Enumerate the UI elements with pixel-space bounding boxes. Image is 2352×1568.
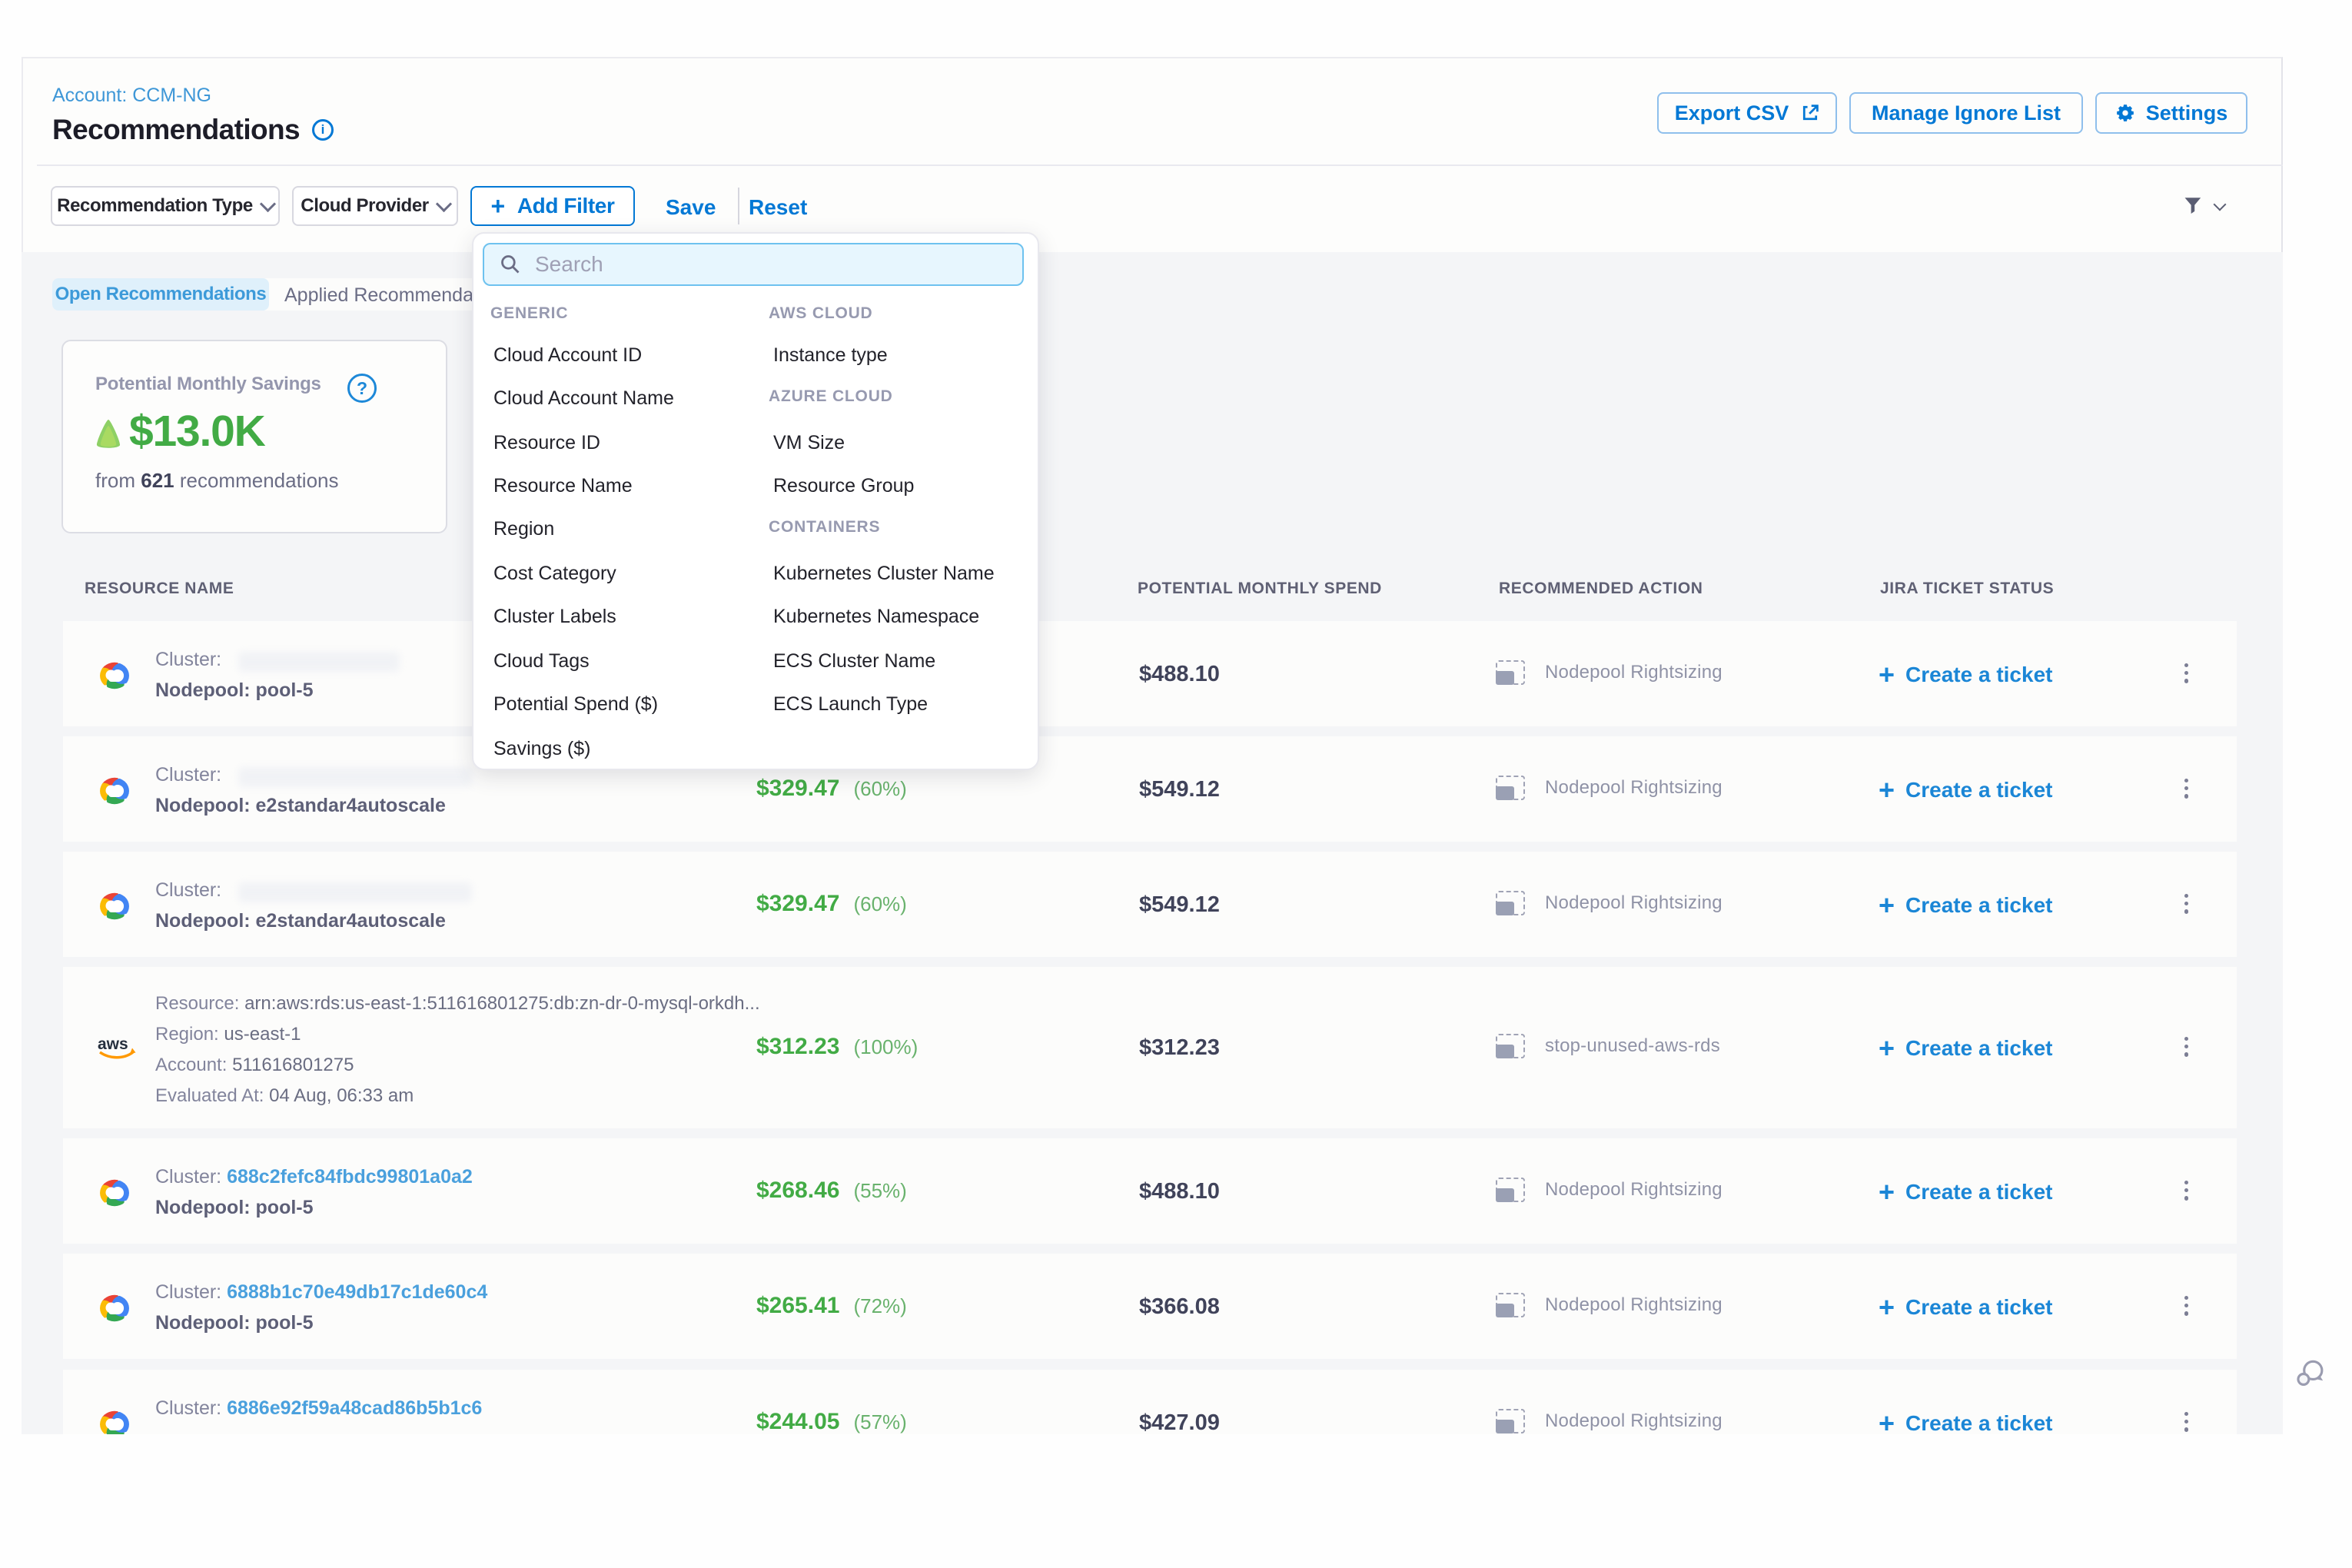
svg-text:aws: aws [98, 1035, 128, 1053]
